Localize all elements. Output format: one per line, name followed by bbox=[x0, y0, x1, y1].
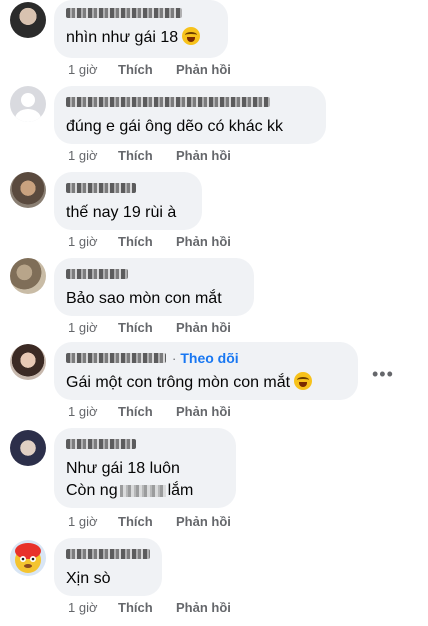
like-button[interactable]: Thích bbox=[118, 62, 176, 77]
comment-time[interactable]: 1 giờ bbox=[68, 62, 118, 77]
comment-actions: 1 giờ Thích Phản hồi bbox=[68, 234, 231, 249]
blurred-text bbox=[119, 484, 166, 497]
commenter-name[interactable] bbox=[66, 353, 166, 363]
reply-button[interactable]: Phản hồi bbox=[176, 600, 231, 615]
comment-bubble: Như gái 18 luôn Còn ng lắm bbox=[54, 428, 236, 508]
comment-actions: 1 giờ Thích Phản hồi bbox=[68, 600, 231, 615]
reply-button[interactable]: Phản hồi bbox=[176, 404, 231, 419]
comment-text: Như gái 18 luôn Còn ng lắm bbox=[66, 460, 194, 499]
commenter-name-row: · Theo dõi bbox=[66, 350, 346, 366]
avatar[interactable] bbox=[10, 86, 46, 122]
comment-text: thế nay 19 rùi à bbox=[66, 204, 177, 221]
like-button[interactable]: Thích bbox=[118, 514, 176, 529]
commenter-name[interactable] bbox=[66, 436, 224, 452]
comment-bubble: · Theo dõi Gái một con trông mòn con mắt bbox=[54, 342, 358, 400]
laughing-emoji-icon bbox=[294, 372, 313, 390]
comment-time[interactable]: 1 giờ bbox=[68, 600, 118, 615]
comment-actions: 1 giờ Thích Phản hồi bbox=[68, 62, 231, 77]
comment-bubble: nhìn như gái 18 bbox=[54, 0, 228, 58]
commenter-name[interactable] bbox=[66, 266, 242, 282]
comment-text: Gái một con trông mòn con mắt bbox=[66, 372, 346, 394]
comment-actions: 1 giờ Thích Phản hồi bbox=[68, 320, 231, 335]
reply-button[interactable]: Phản hồi bbox=[176, 62, 231, 77]
reply-button[interactable]: Phản hồi bbox=[176, 148, 231, 163]
separator-dot: · bbox=[172, 350, 177, 366]
comment-time[interactable]: 1 giờ bbox=[68, 320, 118, 335]
reply-button[interactable]: Phản hồi bbox=[176, 234, 231, 249]
avatar[interactable] bbox=[10, 430, 46, 466]
comment-bubble: Xịn sò bbox=[54, 538, 162, 596]
comment-bubble: thế nay 19 rùi à bbox=[54, 172, 202, 230]
comment-actions: 1 giờ Thích Phản hồi bbox=[68, 514, 231, 529]
comment-time[interactable]: 1 giờ bbox=[68, 148, 118, 163]
commenter-name[interactable] bbox=[66, 180, 190, 196]
default-user-icon bbox=[15, 93, 41, 122]
laughing-emoji-icon bbox=[182, 27, 201, 45]
like-button[interactable]: Thích bbox=[118, 600, 176, 615]
comment-time[interactable]: 1 giờ bbox=[68, 514, 118, 529]
commenter-name[interactable] bbox=[66, 5, 216, 21]
avatar[interactable] bbox=[10, 2, 46, 38]
like-button[interactable]: Thích bbox=[118, 320, 176, 335]
follow-button[interactable]: Theo dõi bbox=[180, 350, 238, 366]
cartoon-avatar-icon bbox=[15, 543, 41, 573]
comment-text: đúng e gái ông dẽo có khác kk bbox=[66, 118, 284, 135]
comment-actions: 1 giờ Thích Phản hồi bbox=[68, 148, 231, 163]
avatar[interactable] bbox=[10, 540, 46, 576]
avatar[interactable] bbox=[10, 258, 46, 294]
reply-button[interactable]: Phản hồi bbox=[176, 320, 231, 335]
commenter-name[interactable] bbox=[66, 546, 150, 562]
comment-actions: 1 giờ Thích Phản hồi bbox=[68, 404, 231, 419]
like-button[interactable]: Thích bbox=[118, 404, 176, 419]
reply-button[interactable]: Phản hồi bbox=[176, 514, 231, 529]
comment-text: nhìn như gái 18 bbox=[66, 27, 216, 49]
comment-text: Bảo sao mòn con mắt bbox=[66, 290, 222, 307]
commenter-name[interactable] bbox=[66, 94, 314, 110]
like-button[interactable]: Thích bbox=[118, 148, 176, 163]
like-button[interactable]: Thích bbox=[118, 234, 176, 249]
comment-bubble: đúng e gái ông dẽo có khác kk bbox=[54, 86, 326, 144]
comment-time[interactable]: 1 giờ bbox=[68, 404, 118, 419]
comment-text: Xịn sò bbox=[66, 570, 111, 587]
comment-bubble: Bảo sao mòn con mắt bbox=[54, 258, 254, 316]
comment-time[interactable]: 1 giờ bbox=[68, 234, 118, 249]
avatar[interactable] bbox=[10, 172, 46, 208]
avatar[interactable] bbox=[10, 344, 46, 380]
more-options-icon[interactable]: ••• bbox=[372, 364, 394, 385]
